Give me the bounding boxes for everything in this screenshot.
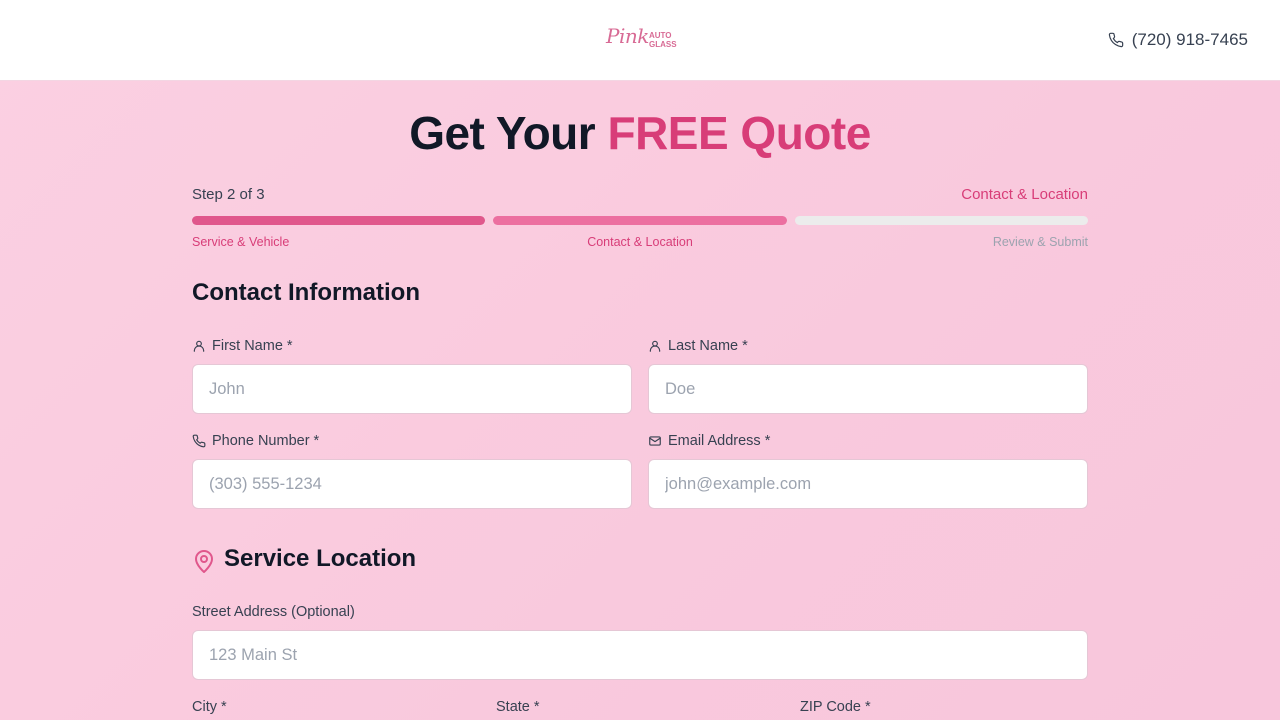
logo-subtext: AUTO GLASS (649, 31, 677, 49)
progress-fill-step-2 (493, 216, 787, 225)
zip-code-label-text: ZIP Code * (800, 699, 871, 715)
step-counter: Step 2 of 3 (192, 186, 265, 203)
step-labels: Service & Vehicle Contact & Location Rev… (192, 235, 1088, 251)
progress-bar-step-3 (795, 216, 1088, 225)
title-accent: FREE Quote (607, 107, 871, 159)
phone-number-label: Phone Number * (192, 433, 319, 449)
city-label: City * (192, 699, 227, 715)
street-address-label-text: Street Address (Optional) (192, 604, 355, 620)
contact-information-heading: Contact Information (192, 279, 420, 306)
page-title: Get Your FREE Quote (0, 106, 1280, 160)
progress-bar-step-2 (493, 216, 787, 225)
phone-icon (1108, 32, 1124, 48)
last-name-label-text: Last Name * (668, 338, 748, 354)
user-icon (649, 340, 661, 352)
service-location-heading: Service Location (224, 545, 417, 572)
first-name-label: First Name * (192, 338, 293, 354)
last-name-label: Last Name * (648, 338, 748, 354)
logo-line-2: GLASS (649, 40, 677, 49)
logo[interactable]: Pink AUTO GLASS (606, 24, 677, 52)
phone-icon (192, 434, 206, 448)
map-pin-icon (195, 550, 213, 573)
user-icon (193, 340, 205, 352)
progress-fill-step-1 (192, 216, 485, 225)
phone-number-input[interactable] (192, 459, 632, 509)
last-name-input[interactable] (648, 364, 1088, 414)
header-phone-link[interactable]: (720) 918-7465 (1108, 30, 1248, 50)
first-name-label-text: First Name * (212, 338, 293, 354)
mail-icon (649, 436, 661, 446)
progress-bar-step-1 (192, 216, 485, 225)
street-address-label: Street Address (Optional) (192, 604, 355, 620)
street-address-input[interactable] (192, 630, 1088, 680)
state-label: State * (496, 699, 540, 715)
title-main: Get Your (409, 107, 608, 159)
current-step-name: Contact & Location (961, 186, 1088, 203)
email-address-label-text: Email Address * (668, 433, 771, 449)
site-header: Pink AUTO GLASS (720) 918-7465 (0, 0, 1280, 81)
phone-number-label-text: Phone Number * (212, 433, 320, 449)
city-label-text: City * (192, 699, 227, 715)
zip-code-label: ZIP Code * (800, 699, 871, 715)
email-address-input[interactable] (648, 459, 1088, 509)
header-phone-number: (720) 918-7465 (1131, 30, 1248, 49)
logo-line-1: AUTO (649, 31, 672, 40)
step-label-contact-location: Contact & Location (587, 235, 693, 249)
first-name-input[interactable] (192, 364, 632, 414)
email-address-label: Email Address * (648, 433, 770, 449)
step-indicator: Step 2 of 3 Contact & Location (192, 186, 1088, 206)
progress-bars (192, 216, 1088, 225)
logo-script-text: Pink (606, 24, 649, 48)
state-label-text: State * (496, 699, 540, 715)
step-label-review-submit: Review & Submit (992, 235, 1088, 249)
